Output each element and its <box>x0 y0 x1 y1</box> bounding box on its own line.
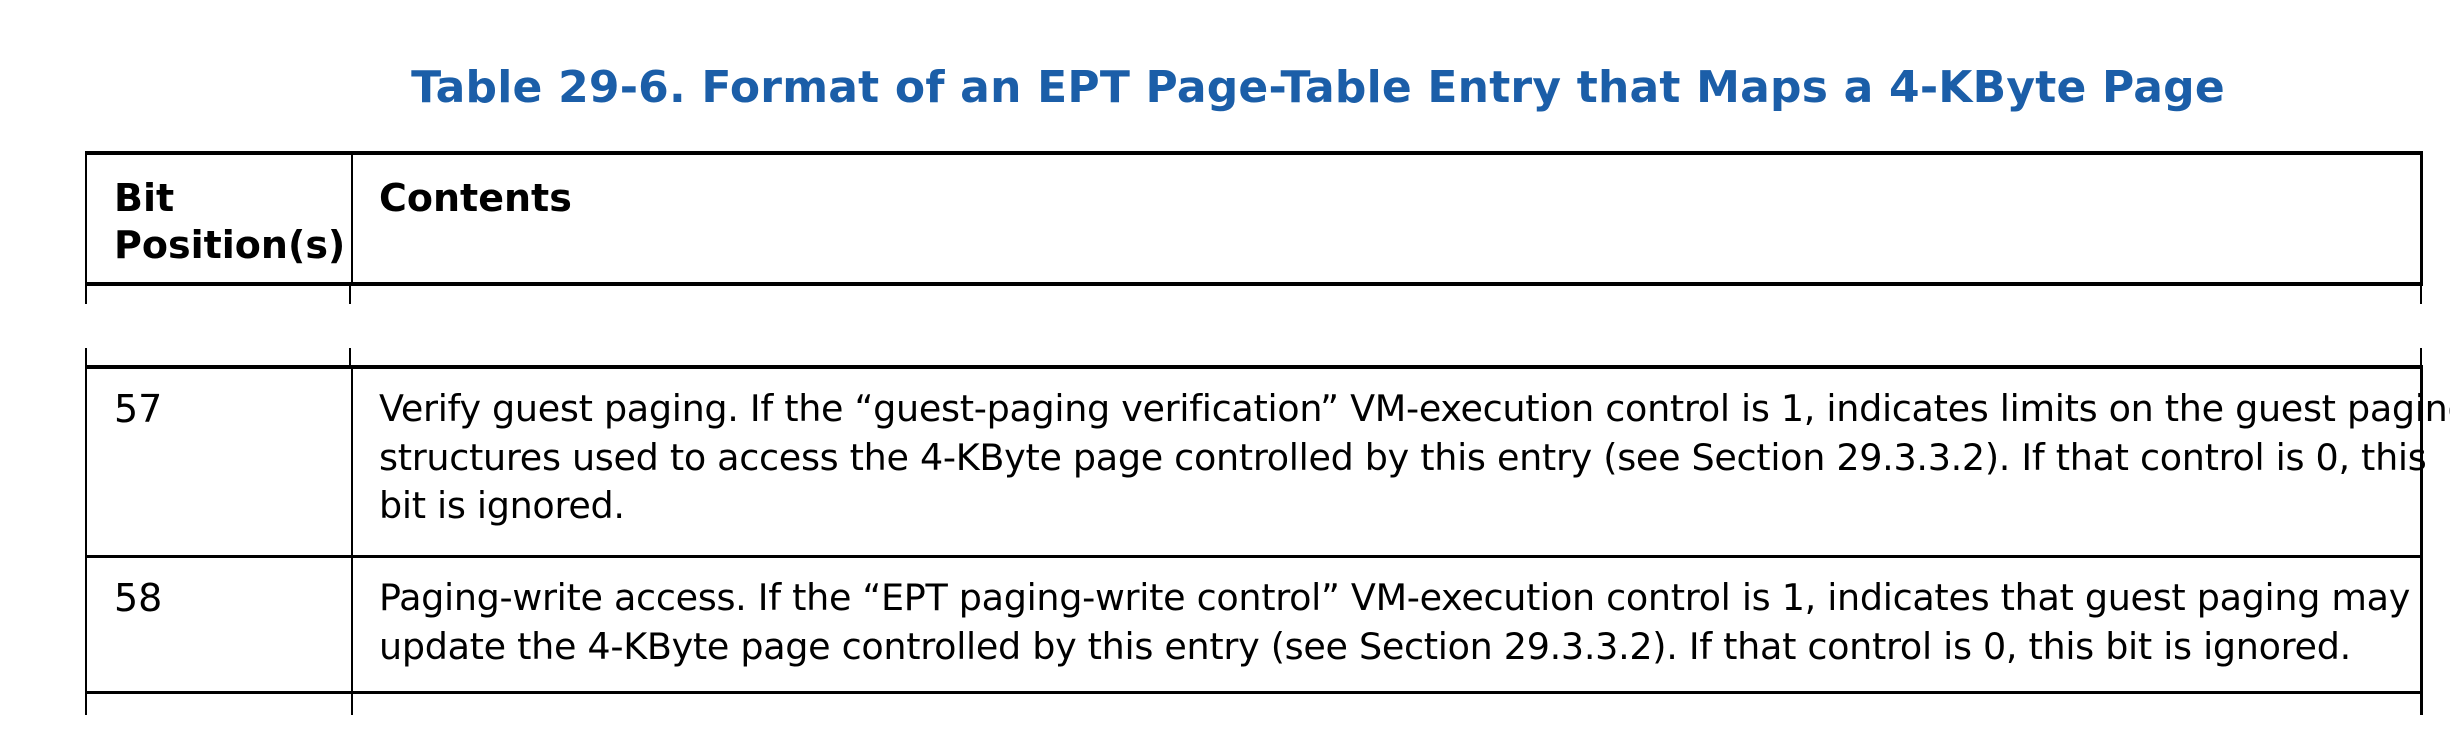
header-column-divider <box>351 155 353 282</box>
contents-line: update the 4-KByte page controlled by th… <box>379 624 2351 668</box>
table-header: Bit Position(s) Contents <box>85 151 2423 286</box>
document-page: Table 29-6. Format of an EPT Page-Table … <box>0 0 2450 734</box>
row-contents: Paging-write access. If the “EPT paging-… <box>379 574 2411 671</box>
contents-line: structures used to access the 4-KByte pa… <box>379 435 2427 479</box>
table-edge-stub <box>2420 286 2422 304</box>
table-edge-stub <box>349 286 351 304</box>
contents-line: Verify guest paging. If the “guest-pagin… <box>379 387 2450 430</box>
table-title: Table 29-6. Format of an EPT Page-Table … <box>411 62 2225 113</box>
table-edge-stub <box>85 348 87 366</box>
row-bit-position: 57 <box>114 387 163 431</box>
table-edge-stub <box>85 286 87 304</box>
table-row: 57 Verify guest paging. If the “guest-pa… <box>87 369 2450 558</box>
header-contents: Contents <box>379 176 572 220</box>
row-contents: Verify guest paging. If the “guest-pagin… <box>379 385 2450 531</box>
row-bit-position: 58 <box>114 576 163 620</box>
table-body: 57 Verify guest paging. If the “guest-pa… <box>85 365 2450 715</box>
contents-line: bit is ignored. <box>379 484 625 527</box>
table-edge-stub <box>349 348 351 366</box>
table-edge-stub <box>2420 348 2422 366</box>
header-bit-positions: Bit Position(s) <box>114 176 346 267</box>
contents-line: Paging-write access. If the “EPT paging-… <box>379 576 2411 619</box>
table-row: 58 Paging-write access. If the “EPT pagi… <box>87 558 2420 694</box>
